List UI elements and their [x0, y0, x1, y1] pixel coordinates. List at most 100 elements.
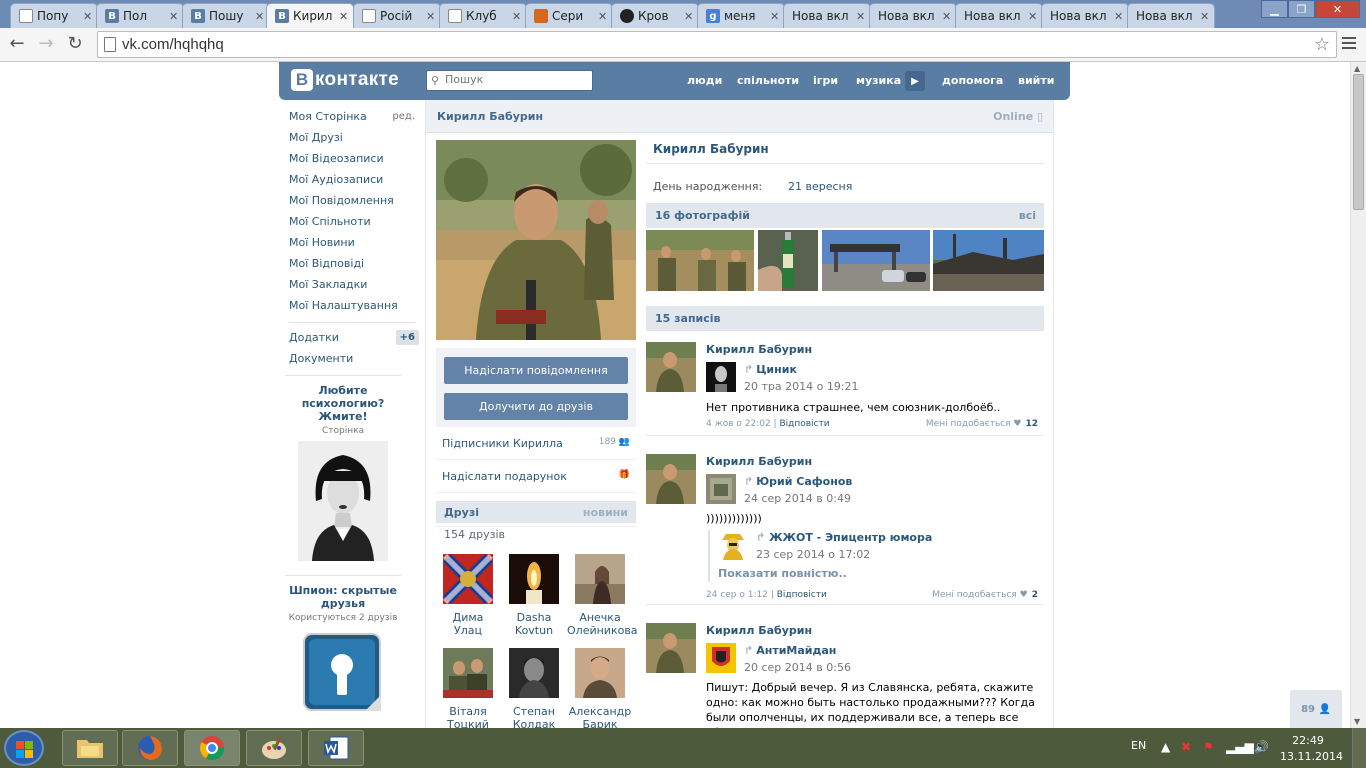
- friend-name[interactable]: Анечка Олейникова: [567, 611, 638, 637]
- sidebar-item-bookmarks[interactable]: Мої Закладки: [289, 277, 415, 298]
- friend-name[interactable]: Dasha Kovtun: [501, 611, 567, 637]
- repost-avatar[interactable]: [706, 362, 736, 392]
- repost-date[interactable]: 20 тра 2014 о 19:21: [744, 380, 859, 393]
- ad-image[interactable]: [298, 441, 388, 561]
- address-bar[interactable]: vk.com/hqhqhq ☆: [97, 31, 1337, 58]
- edit-link[interactable]: ред.: [392, 109, 415, 124]
- repost-name[interactable]: ↱ АнтиМайдан: [744, 644, 836, 657]
- gift-label[interactable]: Надіслати подарунок: [442, 470, 567, 483]
- show-more-link[interactable]: Показати повністю..: [718, 567, 847, 580]
- friend-item[interactable]: Dasha Kovtun: [501, 554, 567, 637]
- nav-music[interactable]: музика: [856, 74, 901, 87]
- post-author[interactable]: Кирилл Бабурин: [706, 455, 812, 468]
- post-author-avatar[interactable]: [646, 454, 696, 504]
- show-hidden-icons-icon[interactable]: ▲: [1161, 740, 1170, 754]
- sidebar-item-friends[interactable]: Мої Друзі: [289, 130, 415, 151]
- play-icon[interactable]: ▶: [905, 71, 925, 91]
- photos-header[interactable]: 16 фотографій всі: [646, 203, 1044, 228]
- repost-name[interactable]: ↱ Циник: [744, 363, 797, 376]
- nav-help[interactable]: допомога: [942, 74, 1003, 87]
- sidebar-item-my-page[interactable]: Моя Сторінка ред.: [289, 109, 415, 130]
- photo-thumb[interactable]: [822, 230, 930, 291]
- close-icon[interactable]: ✕: [1200, 10, 1210, 23]
- url-text[interactable]: vk.com/hqhqhq: [122, 36, 224, 53]
- browser-tab[interactable]: Кров ✕: [611, 3, 699, 28]
- like-button[interactable]: Мені подобається ♥ 2: [932, 590, 1038, 600]
- followers-label[interactable]: Підписники Кирилла: [442, 437, 563, 450]
- friend-item[interactable]: Александр Барик: [567, 648, 633, 728]
- post-author-avatar[interactable]: [646, 623, 696, 673]
- sidebar-item-apps[interactable]: Додатки +6: [289, 330, 419, 351]
- nested-repost-name[interactable]: ↱ ЖЖОТ - Эпицентр юмора: [756, 531, 932, 544]
- nav-logout[interactable]: вийти: [1018, 74, 1054, 87]
- post-author[interactable]: Кирилл Бабурин: [706, 624, 812, 637]
- clock[interactable]: 22:49 13.11.2014: [1280, 733, 1343, 765]
- friends-title[interactable]: Друзі: [444, 506, 479, 519]
- minimize-button[interactable]: ▁: [1261, 0, 1288, 18]
- friend-avatar[interactable]: [443, 554, 493, 604]
- ad-title[interactable]: Шпион: скрытые друзья: [285, 584, 401, 610]
- friends-header[interactable]: Друзі новини: [436, 501, 636, 523]
- reply-link[interactable]: Відповісти: [777, 590, 827, 600]
- back-icon[interactable]: ←: [5, 33, 29, 54]
- friend-name[interactable]: Степан Колдак: [501, 705, 567, 728]
- profile-avatar[interactable]: [436, 140, 636, 340]
- repost-date[interactable]: 24 сер 2014 в 0:49: [744, 492, 851, 505]
- nested-repost-avatar[interactable]: [718, 530, 748, 560]
- close-icon[interactable]: ✕: [339, 10, 349, 23]
- close-window-button[interactable]: ✕: [1315, 0, 1360, 18]
- browser-tab[interactable]: Попу ✕: [10, 3, 98, 28]
- friend-name[interactable]: Віталя Тоцкий: [435, 705, 501, 728]
- followers-row[interactable]: Підписники Кирилла 189 👥: [436, 427, 636, 460]
- friend-avatar[interactable]: [509, 554, 559, 604]
- friend-item[interactable]: Степан Колдак: [501, 648, 567, 728]
- close-icon[interactable]: ✕: [426, 10, 436, 23]
- post-author[interactable]: Кирилл Бабурин: [706, 343, 812, 356]
- photo-thumb[interactable]: [933, 230, 1044, 291]
- browser-tab[interactable]: Сери ✕: [525, 3, 613, 28]
- friend-avatar[interactable]: [443, 648, 493, 698]
- photos-all-link[interactable]: всі: [1019, 209, 1036, 222]
- sidebar-item-news[interactable]: Мої Новини: [289, 235, 415, 256]
- send-message-button[interactable]: Надіслати повідомлення: [444, 357, 628, 384]
- ad-block-spy[interactable]: Шпион: скрытые друзья Користуються 2 дру…: [285, 584, 401, 716]
- nav-people[interactable]: люди: [687, 74, 722, 87]
- close-icon[interactable]: ✕: [512, 10, 522, 23]
- online-friends-counter[interactable]: 89 👤: [1290, 690, 1342, 728]
- browser-tab[interactable]: Нова вкл ✕: [955, 3, 1043, 28]
- browser-tab[interactable]: Нова вкл ✕: [1041, 3, 1129, 28]
- scroll-up-icon[interactable]: ▲: [1354, 64, 1360, 73]
- add-friend-button[interactable]: Долучити до друзів: [444, 393, 628, 420]
- browser-tab[interactable]: В Пол ✕: [96, 3, 184, 28]
- search-box[interactable]: ⚲: [426, 70, 593, 91]
- close-icon[interactable]: ✕: [684, 10, 694, 23]
- browser-tab[interactable]: Росій ✕: [353, 3, 441, 28]
- browser-tab[interactable]: В Пошу ✕: [182, 3, 270, 28]
- close-icon[interactable]: ✕: [856, 10, 866, 23]
- friend-name[interactable]: Дима Улац: [435, 611, 501, 637]
- firefox-taskbar-button[interactable]: [122, 730, 178, 766]
- signal-icon[interactable]: ▂▄▆: [1226, 740, 1254, 754]
- menu-icon[interactable]: [1342, 37, 1356, 52]
- ad-title[interactable]: Любите психологию? Жмите!: [285, 384, 401, 423]
- reload-icon[interactable]: ↻: [63, 33, 87, 54]
- repost-name[interactable]: ↱ Юрий Сафонов: [744, 475, 852, 488]
- start-button[interactable]: [4, 730, 44, 766]
- post-author-avatar[interactable]: [646, 342, 696, 392]
- friend-item[interactable]: Дима Улац: [435, 554, 501, 637]
- action-center-icon[interactable]: ⚑: [1203, 740, 1214, 754]
- post-date[interactable]: 24 сер о 1:12: [706, 590, 768, 600]
- show-desktop-button[interactable]: [1352, 728, 1366, 768]
- like-button[interactable]: Мені подобається ♥ 12: [926, 419, 1038, 429]
- close-icon[interactable]: ✕: [1028, 10, 1038, 23]
- friend-avatar[interactable]: [575, 554, 625, 604]
- photo-thumb[interactable]: [758, 230, 818, 291]
- sidebar-item-settings[interactable]: Мої Налаштування: [289, 298, 415, 319]
- wall-header[interactable]: 15 записів: [646, 306, 1044, 331]
- browser-tab-active[interactable]: В Кирил ✕: [266, 3, 354, 28]
- nav-games[interactable]: ігри: [813, 74, 838, 87]
- chrome-taskbar-button[interactable]: [184, 730, 240, 766]
- reply-link[interactable]: Відповісти: [779, 419, 829, 429]
- close-icon[interactable]: ✕: [598, 10, 608, 23]
- close-icon[interactable]: ✕: [942, 10, 952, 23]
